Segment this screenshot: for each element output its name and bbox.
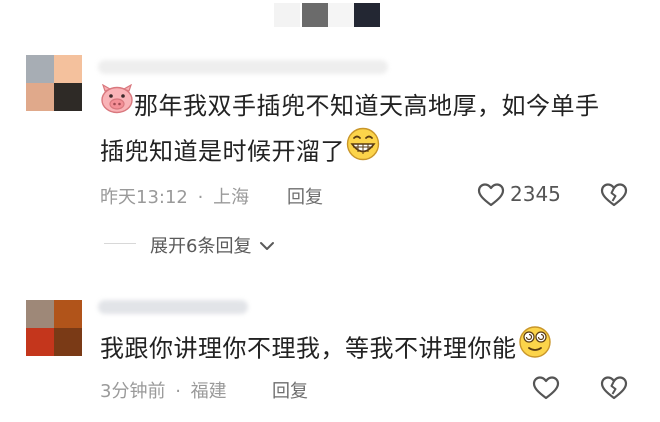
replies-divider bbox=[104, 243, 136, 244]
top-swatch-3 bbox=[328, 3, 354, 27]
grinning-face-emoji-icon bbox=[345, 127, 381, 174]
top-swatch-1 bbox=[274, 3, 300, 27]
username-blurred[interactable] bbox=[98, 300, 248, 314]
dislike-button[interactable] bbox=[600, 375, 628, 401]
like-button[interactable] bbox=[532, 375, 560, 401]
heart-outline-icon bbox=[477, 182, 505, 212]
expand-replies-label: 展开6条回复 bbox=[150, 236, 252, 257]
comment-meta: 昨天13:12 · 上海 bbox=[100, 183, 249, 209]
top-swatch-2 bbox=[302, 3, 328, 27]
heart-outline-icon bbox=[532, 376, 560, 405]
chevron-down-icon bbox=[259, 237, 275, 258]
dizzy-eyes-emoji-icon bbox=[517, 324, 553, 371]
top-swatch-4 bbox=[354, 3, 380, 27]
avatar[interactable] bbox=[26, 300, 82, 356]
broken-heart-icon bbox=[600, 376, 628, 405]
dislike-button[interactable] bbox=[600, 182, 628, 208]
location: 福建 bbox=[190, 381, 227, 402]
like-count: 2345 bbox=[510, 182, 561, 206]
reply-button[interactable]: 回复 bbox=[287, 183, 323, 209]
comment-text: 那年我双手插兜不知道天高地厚，如今单手 插兜知道是时候开溜了 bbox=[100, 83, 640, 176]
expand-replies-button[interactable]: 展开6条回复 bbox=[150, 232, 275, 258]
timestamp: 3分钟前 bbox=[100, 381, 166, 402]
location: 上海 bbox=[213, 187, 250, 208]
avatar[interactable] bbox=[26, 55, 82, 111]
timestamp: 昨天13:12 bbox=[100, 187, 188, 208]
like-button[interactable]: 2345 bbox=[477, 180, 569, 210]
comment-text: 我跟你讲理你不理我，等我不讲理你能 bbox=[100, 326, 640, 373]
meta-separator: · bbox=[197, 187, 204, 208]
broken-heart-icon bbox=[600, 183, 628, 212]
reply-button[interactable]: 回复 bbox=[272, 377, 308, 403]
comment-meta: 3分钟前 · 福建 bbox=[100, 377, 227, 403]
pig-face-emoji-icon bbox=[100, 83, 134, 127]
username-blurred[interactable] bbox=[98, 60, 388, 74]
meta-separator: · bbox=[175, 381, 181, 402]
